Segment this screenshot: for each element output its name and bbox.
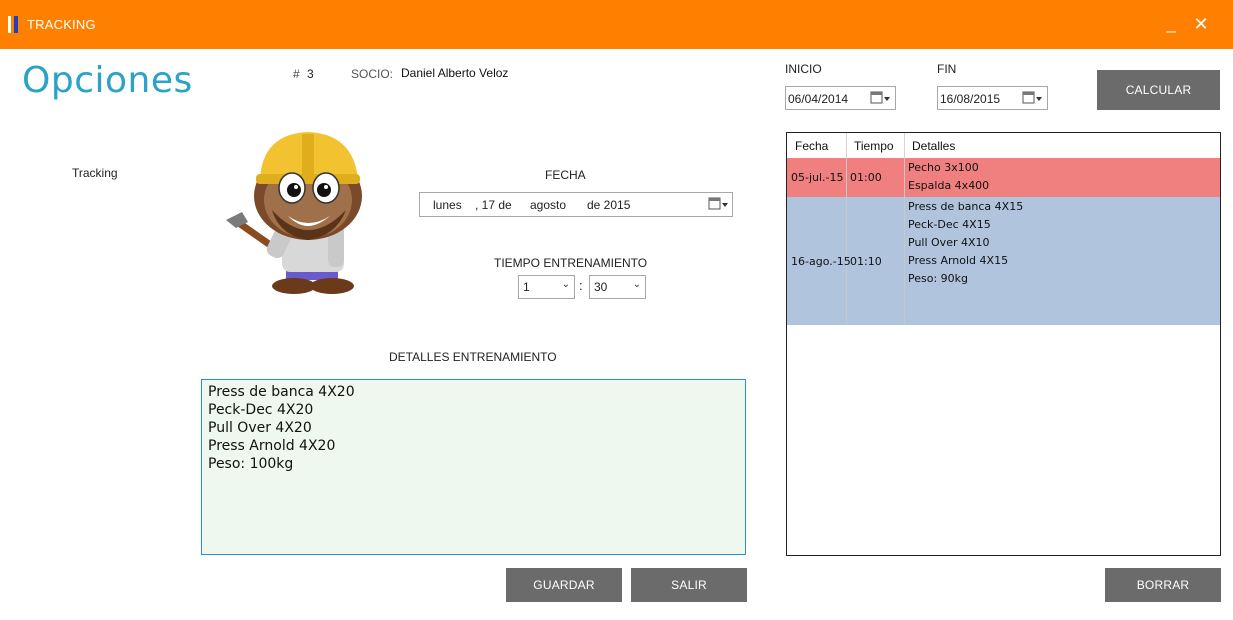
- salir-button[interactable]: SALIR: [631, 568, 747, 602]
- detalles-line: Peck-Dec 4X20: [208, 402, 314, 418]
- detalles-line: Press de banca 4X20: [208, 384, 355, 400]
- borrar-button[interactable]: BORRAR: [1105, 568, 1221, 602]
- member-number: 3: [307, 67, 314, 81]
- socio-label: SOCIO:: [351, 67, 394, 81]
- table-row[interactable]: 05-jul.-15 01:00 Pecho 3x100 Espalda 4x4…: [787, 158, 1220, 197]
- cell-detalles: Press de banca 4X15 Peck-Dec 4X15 Pull O…: [908, 198, 1023, 288]
- cell-fecha: 16-ago.-15: [791, 255, 851, 268]
- calcular-button[interactable]: CALCULAR: [1097, 70, 1220, 110]
- cell-tiempo: 01:00: [850, 171, 882, 184]
- detail-line: Pull Over 4X10: [908, 236, 990, 249]
- hours-select[interactable]: 1 ⌄: [518, 275, 575, 299]
- close-button[interactable]: ✕: [1190, 12, 1212, 36]
- detail-line: Espalda 4x400: [908, 179, 990, 192]
- detalles-textarea[interactable]: Press de banca 4X20 Peck-Dec 4X20 Pull O…: [201, 379, 746, 555]
- column-header-tiempo[interactable]: Tiempo: [854, 139, 894, 153]
- tiempo-label: TIEMPO ENTRENAMIENTO: [494, 256, 648, 270]
- hours-value: 1: [523, 280, 530, 294]
- column-header-detalles[interactable]: Detalles: [912, 139, 955, 153]
- inicio-value: 06/04/2014: [788, 92, 849, 106]
- cell-tiempo: 01:10: [850, 255, 882, 268]
- tracking-grid[interactable]: Fecha Tiempo Detalles 05-jul.-15 01:00 P…: [786, 132, 1221, 556]
- app-logo-icon: [8, 16, 20, 33]
- detail-line: Press Arnold 4X15: [908, 254, 1009, 267]
- detail-line: Pecho 3x100: [908, 161, 979, 174]
- minimize-button[interactable]: _: [1160, 12, 1182, 36]
- page-title: Opciones: [22, 60, 193, 101]
- guardar-button[interactable]: GUARDAR: [506, 568, 622, 602]
- fecha-date-picker[interactable]: lunes , 17 de agosto de 2015: [419, 192, 733, 217]
- cell-detalles: Pecho 3x100 Espalda 4x400: [908, 159, 989, 195]
- minutes-select[interactable]: 30 ⌄: [589, 275, 646, 299]
- fecha-year: de 2015: [587, 198, 631, 212]
- tracking-label: Tracking: [72, 166, 118, 180]
- chevron-down-icon: ⌄: [561, 279, 570, 290]
- fin-date-picker[interactable]: 16/08/2015: [937, 86, 1048, 110]
- calendar-dropdown-icon[interactable]: [1022, 89, 1044, 107]
- detalles-line: Pull Over 4X20: [208, 420, 312, 436]
- member-number-hash: #: [293, 67, 300, 81]
- detalles-line: Press Arnold 4X20: [208, 438, 336, 454]
- fin-label: FIN: [937, 62, 957, 76]
- grid-header: Fecha Tiempo Detalles: [787, 133, 1220, 159]
- fecha-day: , 17 de: [475, 198, 512, 212]
- time-separator: :: [579, 278, 583, 293]
- fecha-month: agosto: [530, 198, 567, 212]
- fecha-label: FECHA: [545, 168, 586, 182]
- detalles-label: DETALLES ENTRENAMIENTO: [389, 350, 557, 364]
- builder-mascot-icon: [218, 128, 378, 298]
- fecha-weekday: lunes: [433, 198, 462, 212]
- chevron-down-icon: ⌄: [632, 279, 641, 290]
- detalles-line: Peso: 100kg: [208, 456, 294, 472]
- window-title: TRACKING: [27, 17, 96, 32]
- fin-value: 16/08/2015: [940, 92, 1001, 106]
- socio-name: Daniel Alberto Veloz: [401, 66, 509, 80]
- table-row[interactable]: 16-ago.-15 01:10 Press de banca 4X15 Pec…: [787, 197, 1220, 325]
- cell-fecha: 05-jul.-15: [791, 171, 844, 184]
- calendar-dropdown-icon[interactable]: [708, 195, 730, 213]
- calendar-dropdown-icon[interactable]: [870, 89, 892, 107]
- detail-line: Press de banca 4X15: [908, 200, 1024, 213]
- title-bar: TRACKING _ ✕: [0, 0, 1233, 49]
- minutes-value: 30: [594, 280, 608, 294]
- detail-line: Peck-Dec 4X15: [908, 218, 991, 231]
- detail-line: Peso: 90kg: [908, 272, 969, 285]
- column-header-fecha[interactable]: Fecha: [795, 139, 828, 153]
- inicio-label: INICIO: [785, 62, 822, 76]
- inicio-date-picker[interactable]: 06/04/2014: [785, 86, 896, 110]
